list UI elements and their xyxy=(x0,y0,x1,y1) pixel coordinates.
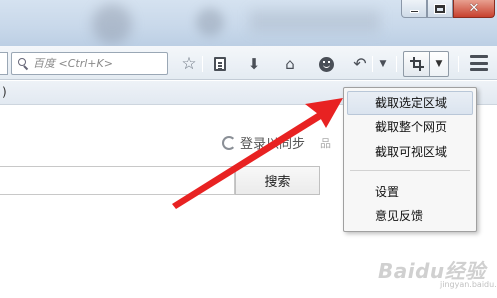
close-button[interactable]: ✕ xyxy=(453,0,495,18)
menu-item-capture-visible[interactable]: 截取可视区域 xyxy=(347,140,473,164)
toolbar-separator xyxy=(458,56,459,72)
watermark-url: jingyan.baidu.com xyxy=(440,280,497,289)
crop-icon xyxy=(409,57,424,71)
title-bar: ✕ xyxy=(0,0,497,46)
sitemap-icon: 品 xyxy=(320,137,331,150)
chevron-down-icon[interactable]: ▼ xyxy=(376,54,390,74)
toolbar-separator xyxy=(396,56,397,72)
close-icon: ✕ xyxy=(468,1,480,16)
toolbar-separator xyxy=(372,56,373,72)
login-sync-link[interactable]: 登录以同步 xyxy=(222,133,305,152)
screenshot-menu-toggle[interactable]: ▼ xyxy=(430,51,449,77)
maximize-button[interactable] xyxy=(427,0,453,18)
blurred-tab-icon xyxy=(92,4,132,44)
smiley-icon[interactable] xyxy=(316,54,336,74)
toolbar-separator xyxy=(202,56,203,72)
page-search-input[interactable] xyxy=(0,166,235,195)
star-icon[interactable]: ☆ xyxy=(179,54,199,74)
menu-item-settings[interactable]: 设置 xyxy=(347,180,473,204)
reading-list-icon[interactable] xyxy=(210,54,230,74)
sync-icon xyxy=(222,135,236,150)
url-bar[interactable] xyxy=(0,52,8,75)
blurred-tab-title xyxy=(250,10,380,32)
search-input[interactable] xyxy=(30,53,162,74)
hamburger-menu-icon[interactable] xyxy=(470,55,488,71)
screenshot-button[interactable] xyxy=(403,51,430,77)
blurred-tab-icon xyxy=(196,8,224,36)
menu-item-feedback[interactable]: 意见反馈 xyxy=(347,204,473,228)
page-search-button[interactable]: 搜索 xyxy=(235,166,320,195)
bookmark-label[interactable]: ) xyxy=(2,85,7,99)
home-icon[interactable]: ⌂ xyxy=(280,54,300,74)
screenshot-dropdown-menu: 截取选定区域 截取整个网页 截取可视区域 设置 意见反馈 xyxy=(343,87,477,232)
download-icon[interactable]: ⬇ xyxy=(244,54,264,74)
minimize-icon xyxy=(409,9,419,13)
search-icon xyxy=(12,53,30,74)
menu-item-capture-selection[interactable]: 截取选定区域 xyxy=(347,91,473,115)
undo-icon[interactable]: ↶ xyxy=(350,54,370,74)
maximize-icon xyxy=(435,4,445,13)
menu-item-capture-full-page[interactable]: 截取整个网页 xyxy=(347,115,473,139)
login-sync-label: 登录以同步 xyxy=(240,137,306,152)
menu-divider xyxy=(350,170,470,171)
window-controls: ✕ xyxy=(401,0,495,18)
chevron-down-icon: ▼ xyxy=(435,59,443,69)
minimize-button[interactable] xyxy=(401,0,427,18)
search-bar[interactable] xyxy=(11,52,168,75)
